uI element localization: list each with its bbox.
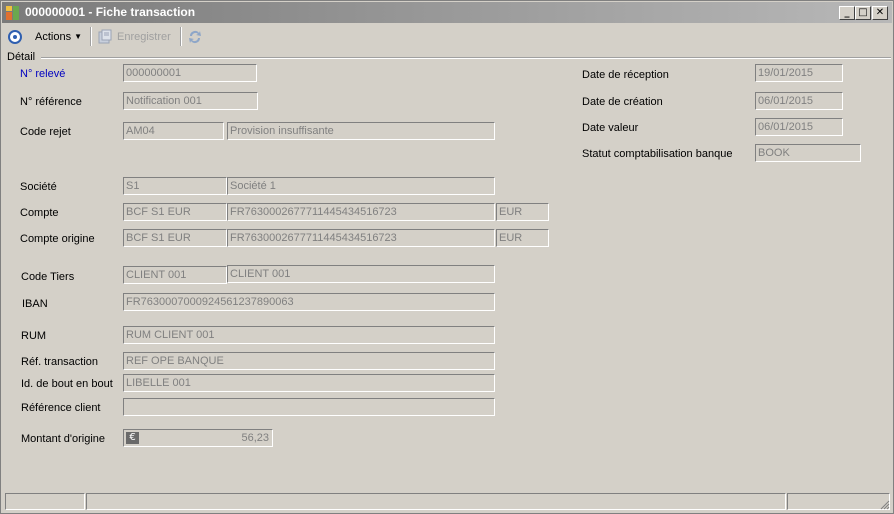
- compte-origine-iban-field[interactable]: FR7630002677711445434516723: [227, 229, 495, 247]
- save-icon: [98, 29, 112, 43]
- date-creation-label: Date de création: [582, 96, 663, 108]
- statut-field[interactable]: BOOK: [755, 144, 861, 162]
- date-reception-field[interactable]: 19/01/2015: [755, 64, 843, 82]
- toolbar: Actions ▼ Enregistrer: [2, 24, 892, 49]
- compte-origine-code-field[interactable]: BCF S1 EUR: [123, 229, 227, 247]
- compte-code-field[interactable]: BCF S1 EUR: [123, 203, 227, 221]
- compte-origine-label: Compte origine: [20, 233, 95, 245]
- save-button[interactable]: Enregistrer: [97, 27, 171, 46]
- minimize-button[interactable]: _: [839, 6, 855, 20]
- status-cell: [86, 493, 786, 510]
- toolbar-separator: [90, 27, 92, 46]
- chevron-down-icon: ▼: [74, 32, 82, 41]
- rum-field[interactable]: RUM CLIENT 001: [123, 326, 495, 344]
- montant-label: Montant d'origine: [21, 433, 106, 445]
- id-bout-field[interactable]: LIBELLE 001: [123, 374, 495, 392]
- status-bar: [2, 492, 892, 512]
- compte-iban-field[interactable]: FR7630002677711445434516723: [227, 203, 495, 221]
- societe-name-field[interactable]: Société 1: [227, 177, 495, 195]
- app-icon: [5, 5, 21, 21]
- societe-label: Société: [20, 181, 57, 193]
- code-tiers-name-field[interactable]: CLIENT 001: [227, 265, 495, 283]
- montant-value: 56,23: [241, 432, 269, 444]
- ref-transaction-label: Réf. transaction: [21, 356, 99, 368]
- euro-icon: €: [126, 432, 139, 444]
- compte-label: Compte: [20, 207, 59, 219]
- code-rejet-label: Code rejet: [20, 126, 71, 138]
- ref-transaction-field[interactable]: REF OPE BANQUE: [123, 352, 495, 370]
- window-title: 000000001 - Fiche transaction: [25, 5, 196, 19]
- id-bout-label: Id. de bout en bout: [21, 378, 113, 390]
- save-label: Enregistrer: [117, 30, 171, 43]
- societe-code-field[interactable]: S1: [123, 177, 227, 195]
- releve-label[interactable]: N° relevé: [20, 68, 65, 80]
- status-cell: [5, 493, 85, 510]
- ref-client-label: Référence client: [21, 402, 101, 414]
- reference-label: N° référence: [20, 96, 82, 108]
- section-divider: [41, 57, 891, 59]
- toolbar-separator: [180, 27, 182, 46]
- code-rejet-description-field[interactable]: Provision insuffisante: [227, 122, 495, 140]
- code-rejet-field[interactable]: AM04: [123, 122, 224, 140]
- rum-label: RUM: [21, 330, 47, 342]
- detail-section-label: Détail: [7, 51, 36, 63]
- montant-field[interactable]: € 56,23: [123, 429, 273, 447]
- refresh-button[interactable]: [187, 27, 203, 46]
- date-creation-field[interactable]: 06/01/2015: [755, 92, 843, 110]
- close-button[interactable]: ✕: [872, 6, 888, 20]
- iban-field[interactable]: FR7630007000924561237890063: [123, 293, 495, 311]
- maximize-button[interactable]: □: [855, 6, 871, 20]
- actions-label: Actions: [35, 30, 72, 43]
- compte-origine-currency-field[interactable]: EUR: [496, 229, 549, 247]
- statut-label: Statut comptabilisation banque: [582, 148, 733, 160]
- code-tiers-label: Code Tiers: [21, 271, 75, 283]
- actions-menu-button[interactable]: Actions ▼: [35, 27, 82, 46]
- resize-grip-icon[interactable]: [880, 500, 890, 510]
- transaction-window: 000000001 - Fiche transaction _ □ ✕ Acti…: [0, 0, 894, 514]
- title-bar[interactable]: 000000001 - Fiche transaction _ □ ✕: [2, 2, 892, 23]
- navigate-icon[interactable]: [8, 27, 22, 46]
- iban-label: IBAN: [22, 298, 48, 310]
- date-valeur-field[interactable]: 06/01/2015: [755, 118, 843, 136]
- refresh-icon: [189, 30, 201, 43]
- date-reception-label: Date de réception: [582, 69, 669, 81]
- ref-client-field[interactable]: [123, 398, 495, 416]
- date-valeur-label: Date valeur: [582, 122, 639, 134]
- status-cell: [787, 493, 890, 510]
- code-tiers-code-field[interactable]: CLIENT 001: [123, 266, 227, 284]
- compte-currency-field[interactable]: EUR: [496, 203, 549, 221]
- releve-field[interactable]: 000000001: [123, 64, 257, 82]
- reference-field[interactable]: Notification 001: [123, 92, 258, 110]
